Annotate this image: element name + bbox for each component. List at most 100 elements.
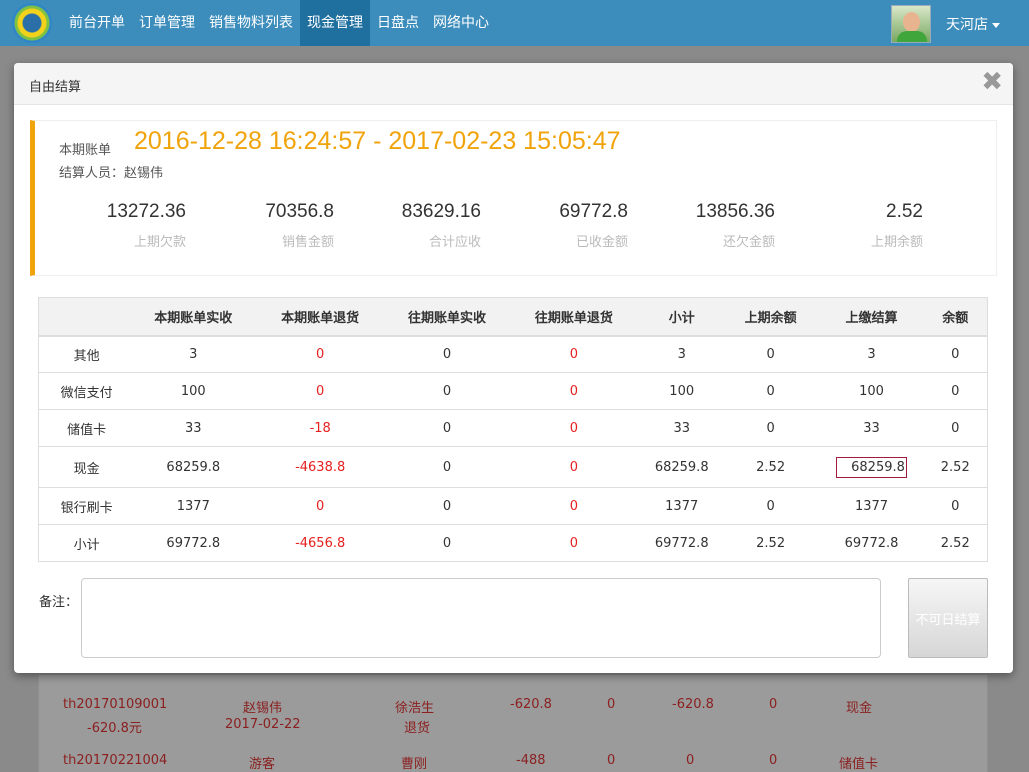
bg-row2-col4: -488 xyxy=(516,753,546,768)
submit-settlement-input[interactable]: 68259.8 xyxy=(836,456,907,478)
bg-row2-col8: 储值卡 xyxy=(839,757,879,772)
cell-past-returned: 0 xyxy=(505,372,642,410)
row-label: 现金 xyxy=(38,446,135,488)
cell-balance: 0 xyxy=(923,409,988,447)
cell-past-returned: 0 xyxy=(505,335,642,373)
nav-item-network-center[interactable]: 网络中心 xyxy=(426,0,496,46)
modal-title: 自由结算 xyxy=(29,80,82,95)
settlement-summary: 本期账单 2016-12-28 16:24:57 - 2017-02-23 15… xyxy=(30,120,997,276)
col-header-balance: 余额 xyxy=(923,297,988,337)
cell-past-received: 0 xyxy=(388,335,506,373)
cell-current-received: 3 xyxy=(134,335,253,373)
cell-current-returned: 0 xyxy=(252,335,389,373)
cell-current-received: 69772.8 xyxy=(134,524,253,562)
cell-past-returned: 0 xyxy=(505,409,642,447)
operator-label: 结算人员： xyxy=(59,166,125,181)
background-order-table: th20170109001 -620.8元 赵锡伟 2017-02-22 徐浩生… xyxy=(38,675,988,772)
app-logo[interactable] xyxy=(12,3,52,43)
cell-subtotal: 69772.8 xyxy=(641,524,722,562)
cell-past-received: 0 xyxy=(388,409,506,447)
col-header-past-received: 往期账单实收 xyxy=(388,297,506,337)
cell-submit-settlement: 100 xyxy=(819,372,924,410)
nav-item-cash-management[interactable]: 现金管理 xyxy=(300,0,370,46)
cell-submit-settlement: 69772.8 xyxy=(819,524,924,562)
cell-subtotal: 33 xyxy=(641,409,722,447)
col-header-current-received: 本期账单实收 xyxy=(134,297,253,337)
bg-row1-col3-sub: 退货 xyxy=(404,721,431,736)
nav-item-sales-material-list[interactable]: 销售物料列表 xyxy=(202,0,300,46)
stat-label: 上期余额 xyxy=(870,235,923,250)
col-header-subtotal: 小计 xyxy=(641,297,722,337)
bg-row2-col6: 0 xyxy=(686,753,695,768)
stat-total-receivable: 83629.16 合计应收 xyxy=(331,201,481,250)
bg-row1-col3: 徐浩生 xyxy=(395,701,435,716)
daily-settle-button[interactable]: 不可日结算 xyxy=(908,578,988,658)
nav-item-front-order[interactable]: 前台开单 xyxy=(62,0,132,46)
stat-value: 13272.36 xyxy=(106,201,186,222)
cell-balance: 2.52 xyxy=(923,446,988,488)
bg-row2-col5: 0 xyxy=(607,753,616,768)
stat-previous-balance: 2.52 上期余额 xyxy=(773,201,923,250)
row-label: 微信支付 xyxy=(38,372,135,410)
cell-subtotal: 3 xyxy=(641,335,722,373)
cell-subtotal: 68259.8 xyxy=(641,446,722,488)
period-label: 本期账单 xyxy=(59,143,112,158)
main-nav: 前台开单 订单管理 销售物料列表 现金管理 日盘点 网络中心 xyxy=(62,0,496,46)
table-header-row: 本期账单实收 本期账单退货 往期账单实收 往期账单退货 小计 上期余额 上缴结算… xyxy=(38,297,988,337)
bg-row1-col7: 0 xyxy=(769,697,778,712)
row-label: 其他 xyxy=(38,335,135,373)
nav-item-order-management[interactable]: 订单管理 xyxy=(132,0,202,46)
bg-row1-col4: -620.8 xyxy=(510,697,552,712)
period-value: 2016-12-28 16:24:57 - 2017-02-23 15:05:4… xyxy=(134,127,621,155)
stat-received-amount: 69772.8 已收金额 xyxy=(478,201,628,250)
cell-submit-settlement: 3 xyxy=(819,335,924,373)
cell-previous-balance: 0 xyxy=(721,335,820,373)
cell-current-returned: 0 xyxy=(252,487,389,525)
bg-row1-col8: 现金 xyxy=(846,701,873,716)
close-icon[interactable]: ✖ xyxy=(981,69,1003,95)
settlement-table: 本期账单实收 本期账单退货 往期账单实收 往期账单退货 小计 上期余额 上缴结算… xyxy=(38,297,988,562)
stat-label: 销售金额 xyxy=(281,235,334,250)
store-name: 天河店 xyxy=(946,17,988,33)
bg-row1-col1: th20170109001 xyxy=(63,697,168,712)
cell-subtotal: 100 xyxy=(641,372,722,410)
cell-past-returned: 0 xyxy=(505,446,642,488)
stat-label: 合计应收 xyxy=(428,235,481,250)
bg-row2-col2: 游客 xyxy=(249,757,276,772)
nav-item-daily-inventory[interactable]: 日盘点 xyxy=(370,0,426,46)
user-avatar[interactable] xyxy=(891,5,931,43)
cell-current-returned: -4656.8 xyxy=(252,524,389,562)
table-row: 微信支付 100 0 0 0 100 0 100 0 xyxy=(38,372,988,410)
stat-value: 13856.36 xyxy=(695,201,775,222)
store-dropdown[interactable]: 天河店 xyxy=(946,14,1000,34)
table-row: 储值卡 33 -18 0 0 33 0 33 0 xyxy=(38,409,988,447)
cell-balance: 0 xyxy=(923,335,988,373)
col-header-previous-balance: 上期余额 xyxy=(721,297,820,337)
cell-previous-balance: 0 xyxy=(721,487,820,525)
stat-label: 已收金额 xyxy=(575,235,628,250)
stat-label: 还欠金额 xyxy=(722,235,775,250)
cell-past-returned: 0 xyxy=(505,524,642,562)
cell-submit-settlement: 33 xyxy=(819,409,924,447)
bg-row1-col2: 赵锡伟 xyxy=(243,701,283,716)
bg-row1-col5: 0 xyxy=(607,697,616,712)
table-row-total: 小计 69772.8 -4656.8 0 0 69772.8 2.52 6977… xyxy=(38,524,988,562)
cell-current-received: 68259.8 xyxy=(134,446,253,488)
stat-previous-debt: 13272.36 上期欠款 xyxy=(36,201,186,250)
operator-name: 赵锡伟 xyxy=(124,166,164,181)
col-header-past-returned: 往期账单退货 xyxy=(505,297,642,337)
col-header-current-returned: 本期账单退货 xyxy=(252,297,389,337)
remark-textarea[interactable] xyxy=(81,578,881,658)
cell-balance: 0 xyxy=(923,487,988,525)
stat-sales-amount: 70356.8 销售金额 xyxy=(184,201,334,250)
cell-current-received: 100 xyxy=(134,372,253,410)
modal-header: 自由结算 ✖ xyxy=(14,63,1013,105)
row-label: 储值卡 xyxy=(38,409,135,447)
bg-row2-col1: th20170221004 xyxy=(63,753,168,768)
cell-balance: 2.52 xyxy=(923,524,988,562)
cell-current-returned: 0 xyxy=(252,372,389,410)
bg-row1-col6: -620.8 xyxy=(672,697,714,712)
bg-row2-col7: 0 xyxy=(769,753,778,768)
cell-past-returned: 0 xyxy=(505,487,642,525)
remark-label: 备注： xyxy=(39,595,79,610)
